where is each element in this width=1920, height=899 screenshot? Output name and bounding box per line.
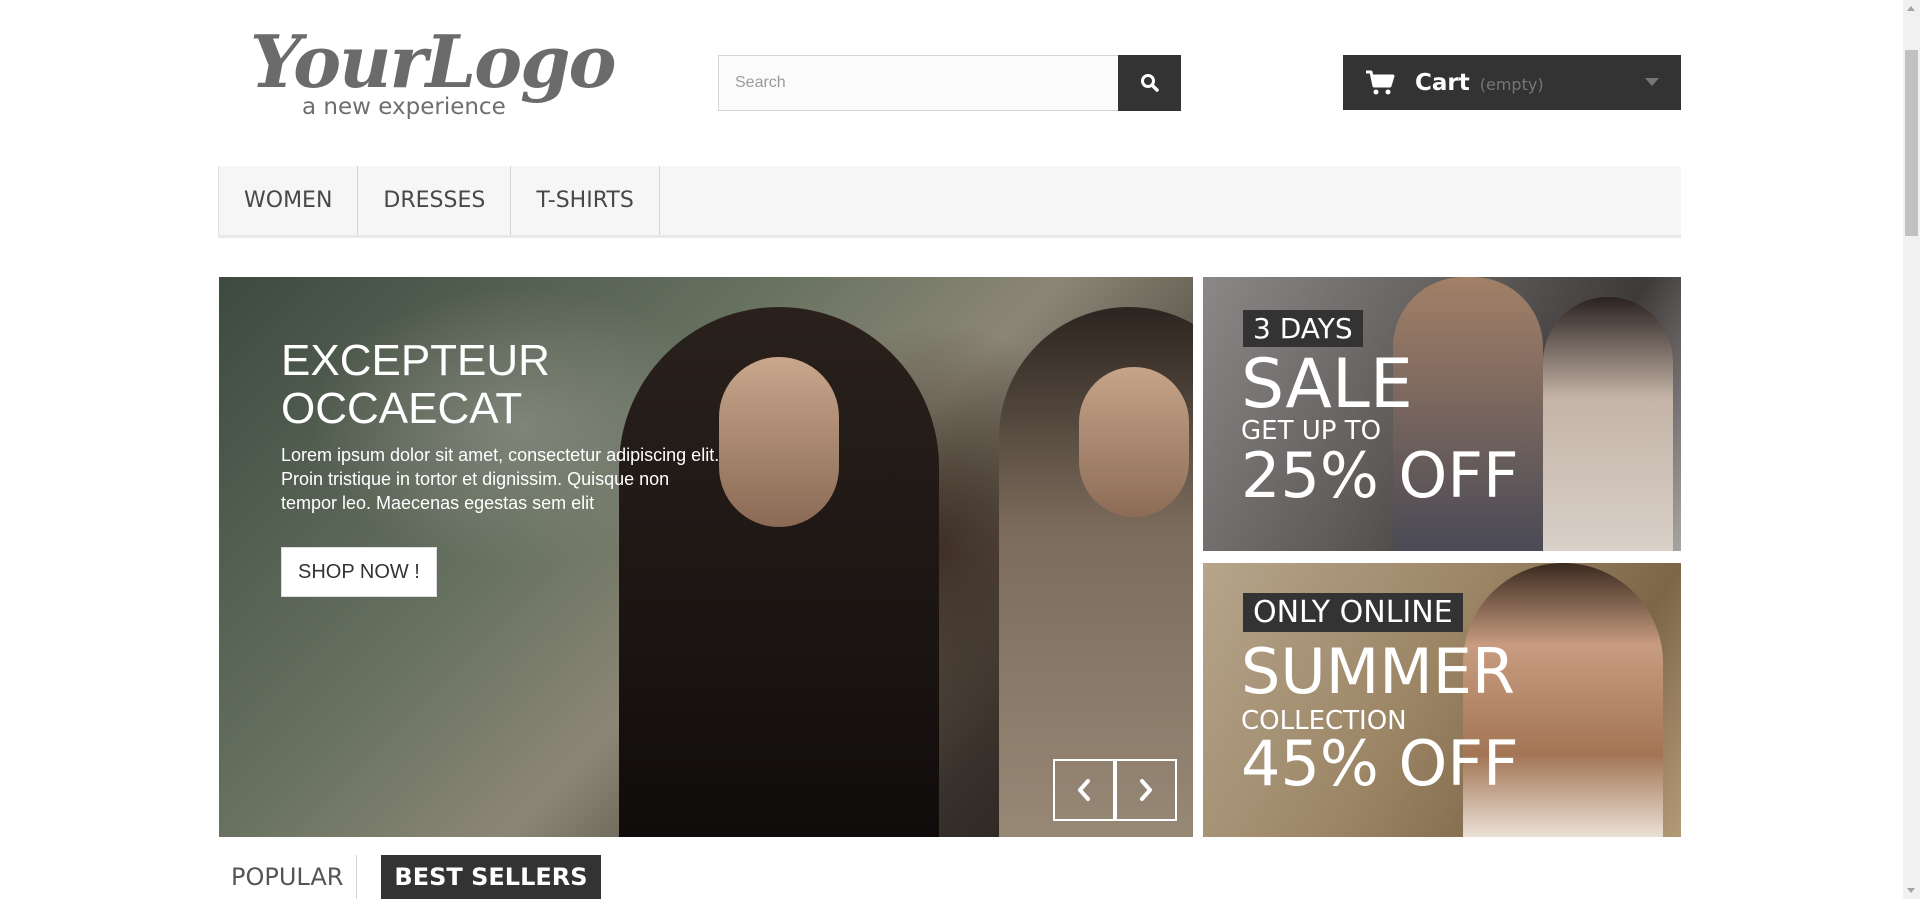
caret-down-icon[interactable]	[1645, 78, 1659, 86]
cart-icon	[1366, 70, 1395, 94]
banner-tag: ONLY ONLINE	[1243, 593, 1463, 632]
tab-best-sellers[interactable]: BEST SELLERS	[381, 855, 601, 899]
chevron-left-icon	[1078, 779, 1090, 801]
search-input[interactable]	[718, 55, 1118, 111]
banner-tag: 3 DAYS	[1243, 310, 1363, 347]
banner-headline: SALE	[1241, 345, 1413, 424]
logo-script: YourLogo	[250, 19, 616, 104]
chevron-right-icon	[1140, 779, 1152, 801]
scroll-down-icon[interactable]	[1907, 888, 1915, 893]
slide-title: EXCEPTEUR OCCAECAT	[281, 336, 550, 433]
product-tabs: POPULAR BEST SELLERS	[218, 855, 601, 899]
menu-item-women[interactable]: WOMEN	[218, 166, 359, 235]
main-menu: WOMEN DRESSES T-SHIRTS	[218, 166, 1681, 238]
homepage-slider: EXCEPTEUR OCCAECAT Lorem ipsum dolor sit…	[219, 277, 1193, 837]
logo-tagline: a new experience	[302, 94, 506, 120]
cart-button[interactable]: Cart (empty)	[1343, 55, 1681, 110]
scroll-up-icon[interactable]	[1907, 6, 1915, 11]
menu-item-t-shirts[interactable]: T-SHIRTS	[511, 166, 660, 235]
slide-text: Lorem ipsum dolor sit amet, consectetur …	[281, 445, 720, 513]
menu-item-dresses[interactable]: DRESSES	[358, 166, 512, 235]
cart-status: (empty)	[1479, 75, 1544, 94]
banner-discount: 25% OFF	[1241, 439, 1519, 512]
slider-prev-button[interactable]	[1053, 759, 1115, 821]
site-logo[interactable]: YourLogo a new experience	[250, 22, 616, 122]
page-scrollbar[interactable]	[1903, 0, 1920, 899]
banner-headline: SUMMER	[1241, 635, 1515, 708]
scrollbar-thumb[interactable]	[1905, 50, 1918, 236]
search-icon	[1140, 74, 1159, 92]
slider-next-button[interactable]	[1115, 759, 1177, 821]
shop-now-button[interactable]: SHOP NOW !	[281, 547, 437, 597]
search-button[interactable]	[1118, 55, 1181, 111]
promo-banner-sale[interactable]: 3 DAYS SALE GET UP TO 25% OFF	[1203, 277, 1681, 551]
tab-popular[interactable]: POPULAR	[218, 855, 358, 899]
banner-image-woman	[1543, 297, 1673, 551]
promo-banner-summer[interactable]: ONLY ONLINE SUMMER COLLECTION 45% OFF	[1203, 563, 1681, 837]
cart-label: Cart	[1415, 69, 1470, 96]
search-bar	[718, 55, 1181, 111]
slide-image-man-face	[1079, 367, 1189, 517]
banner-discount: 45% OFF	[1241, 727, 1519, 800]
